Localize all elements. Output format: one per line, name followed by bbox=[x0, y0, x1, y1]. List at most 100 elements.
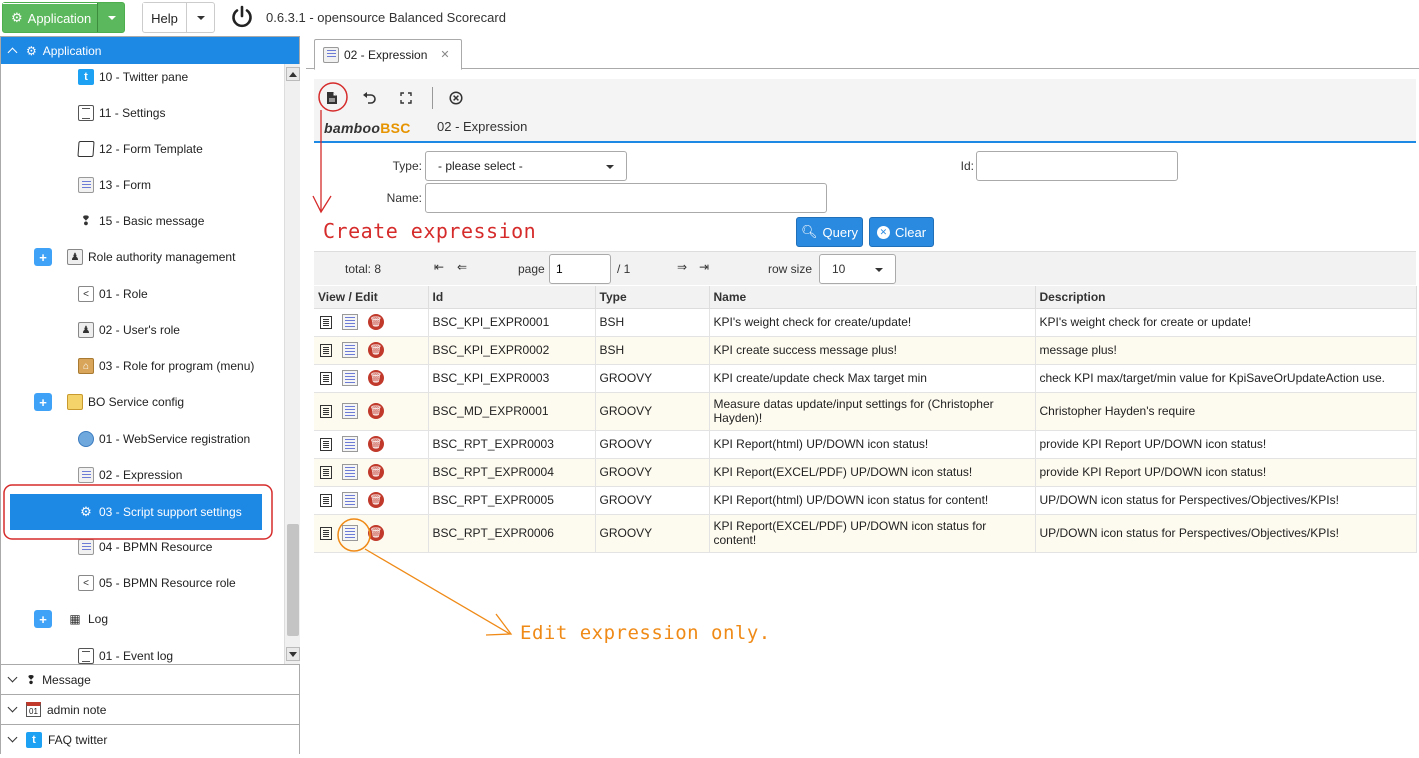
tree-folder-role-authority[interactable]: + ♟ Role authority management bbox=[34, 246, 235, 268]
tree-item-bpmn-resource-role[interactable]: < 05 - BPMN Resource role bbox=[78, 572, 236, 594]
column-header-view-edit: View / Edit bbox=[314, 286, 429, 309]
view-icon[interactable] bbox=[320, 315, 332, 329]
tree-item-expression[interactable]: 02 - Expression bbox=[78, 464, 182, 486]
row-size-select[interactable]: 10 bbox=[819, 254, 896, 284]
row-actions: 🗑 bbox=[314, 458, 429, 487]
view-icon[interactable] bbox=[320, 404, 332, 418]
close-icon[interactable]: ✕ bbox=[440, 48, 449, 61]
prev-page-icon[interactable]: ⇐ bbox=[457, 260, 467, 274]
cell-name: KPI Report(EXCEL/PDF) UP/DOWN icon statu… bbox=[709, 458, 1036, 487]
delete-icon[interactable]: 🗑 bbox=[368, 464, 384, 480]
edit-icon[interactable] bbox=[342, 492, 358, 508]
tree-folder-bo-service[interactable]: + BO Service config bbox=[34, 391, 184, 413]
help-menu-button[interactable]: Help bbox=[142, 2, 215, 33]
cell-id: BSC_RPT_EXPR0005 bbox=[428, 486, 596, 515]
delete-icon[interactable]: 🗑 bbox=[368, 436, 384, 452]
create-button[interactable] bbox=[321, 87, 343, 109]
view-icon[interactable] bbox=[320, 437, 332, 451]
query-button[interactable]: 🔍︎ Query bbox=[796, 217, 863, 247]
delete-icon[interactable]: 🗑 bbox=[368, 492, 384, 508]
edit-icon[interactable] bbox=[342, 403, 358, 419]
page-toolbar: bambooBSC 02 - Expression bbox=[314, 79, 1416, 143]
annotation-create-expression: Create expression bbox=[323, 219, 537, 243]
tree-folder-log[interactable]: + ▦ Log bbox=[34, 608, 108, 630]
edit-icon[interactable] bbox=[342, 436, 358, 452]
share-icon: < bbox=[78, 575, 94, 591]
row-action-group: 🗑 bbox=[318, 370, 424, 386]
scroll-up-button[interactable] bbox=[286, 67, 300, 81]
calendar-icon: 01 bbox=[26, 702, 41, 717]
tree-item-settings[interactable]: 11 - Settings bbox=[78, 102, 165, 124]
expand-icon[interactable]: + bbox=[34, 610, 52, 628]
edit-icon[interactable] bbox=[342, 342, 358, 358]
tree-item-role-for-program[interactable]: ⌂ 03 - Role for program (menu) bbox=[78, 355, 254, 377]
expression-table: View / Edit Id Type Name Description 🗑 BS… bbox=[314, 286, 1417, 553]
scroll-down-button[interactable] bbox=[286, 647, 300, 661]
application-button-main[interactable]: ⚙ Application bbox=[3, 3, 97, 32]
table-header-row: View / Edit Id Type Name Description bbox=[314, 286, 1417, 309]
undo-button[interactable] bbox=[358, 87, 380, 109]
edit-icon[interactable] bbox=[342, 370, 358, 386]
clear-button[interactable]: ✕ Clear bbox=[869, 217, 934, 247]
accordion-header-message[interactable]: ❢ Message bbox=[1, 664, 299, 694]
accordion-header-application[interactable]: ⚙ Application bbox=[1, 37, 299, 64]
delete-icon[interactable]: 🗑 bbox=[368, 403, 384, 419]
table-row: 🗑 BSC_RPT_EXPR0006 GROOVY KPI Report(EXCEL/… bbox=[314, 514, 1417, 553]
next-page-icon[interactable]: ⇒ bbox=[677, 260, 687, 274]
application-dropdown-toggle[interactable] bbox=[97, 3, 125, 32]
delete-icon[interactable]: 🗑 bbox=[368, 314, 384, 330]
tree-item-webservice-registration[interactable]: 01 - WebService registration bbox=[78, 428, 250, 450]
fullscreen-button[interactable] bbox=[395, 87, 417, 109]
caret-down-icon bbox=[606, 165, 614, 169]
application-menu-button[interactable]: ⚙ Application bbox=[2, 2, 125, 33]
tree-item-users-role[interactable]: ♟ 02 - User's role bbox=[78, 319, 180, 341]
delete-icon[interactable]: 🗑 bbox=[368, 342, 384, 358]
scroll-thumb[interactable] bbox=[287, 524, 299, 636]
last-page-icon[interactable]: ⇥ bbox=[699, 260, 709, 274]
tree-item-twitter-pane[interactable]: t 10 - Twitter pane bbox=[78, 66, 188, 88]
expand-icon[interactable]: + bbox=[34, 393, 52, 411]
edit-icon[interactable] bbox=[342, 525, 358, 541]
tree-item-form[interactable]: 13 - Form bbox=[78, 174, 151, 196]
page-input[interactable] bbox=[549, 254, 611, 284]
tree-scrollbar[interactable] bbox=[284, 64, 300, 664]
tree-item-basic-message[interactable]: ❢ 15 - Basic message bbox=[78, 210, 205, 232]
view-icon[interactable] bbox=[320, 371, 332, 385]
delete-icon[interactable]: 🗑 bbox=[368, 370, 384, 386]
version-text: 0.6.3.1 - opensource Balanced Scorecard bbox=[266, 10, 506, 25]
help-dropdown-toggle[interactable] bbox=[186, 3, 215, 32]
brand-text: bamboo bbox=[324, 120, 381, 136]
document-icon bbox=[78, 105, 94, 121]
tree-item-script-support-settings[interactable]: ⚙ 03 - Script support settings bbox=[10, 494, 262, 530]
column-header-description[interactable]: Description bbox=[1035, 286, 1417, 309]
accordion-header-admin-note[interactable]: 01 admin note bbox=[1, 694, 299, 724]
tab-expression[interactable]: 02 - Expression ✕ bbox=[314, 39, 462, 70]
column-header-id[interactable]: Id bbox=[428, 286, 596, 309]
page-label: page bbox=[518, 262, 545, 276]
view-icon[interactable] bbox=[320, 343, 332, 357]
gear-icon: ⚙ bbox=[26, 43, 37, 58]
expand-icon[interactable]: + bbox=[34, 248, 52, 266]
close-page-button[interactable] bbox=[445, 87, 467, 109]
edit-icon[interactable] bbox=[342, 314, 358, 330]
column-header-type[interactable]: Type bbox=[595, 286, 710, 309]
edit-icon[interactable] bbox=[342, 464, 358, 480]
tree-item-event-log[interactable]: 01 - Event log bbox=[78, 645, 173, 664]
type-select[interactable]: - please select - bbox=[425, 151, 627, 181]
column-header-name[interactable]: Name bbox=[709, 286, 1036, 309]
accordion-header-faq-twitter[interactable]: t FAQ twitter bbox=[1, 724, 299, 754]
help-button-label[interactable]: Help bbox=[143, 3, 186, 32]
view-icon[interactable] bbox=[320, 465, 332, 479]
tree-item-bpmn-resource[interactable]: 04 - BPMN Resource bbox=[78, 536, 212, 558]
tree-item-form-template[interactable]: 12 - Form Template bbox=[77, 138, 203, 160]
delete-icon[interactable]: 🗑 bbox=[368, 525, 384, 541]
first-page-icon[interactable]: ⇤ bbox=[434, 260, 444, 274]
id-input[interactable] bbox=[976, 151, 1178, 181]
power-icon[interactable] bbox=[230, 5, 254, 29]
tree-item-label: 15 - Basic message bbox=[99, 214, 205, 228]
tree-item-role[interactable]: < 01 - Role bbox=[78, 283, 148, 305]
row-action-group: 🗑 bbox=[318, 464, 424, 480]
view-icon[interactable] bbox=[320, 493, 332, 507]
name-input[interactable] bbox=[425, 183, 827, 213]
view-icon[interactable] bbox=[320, 526, 332, 540]
